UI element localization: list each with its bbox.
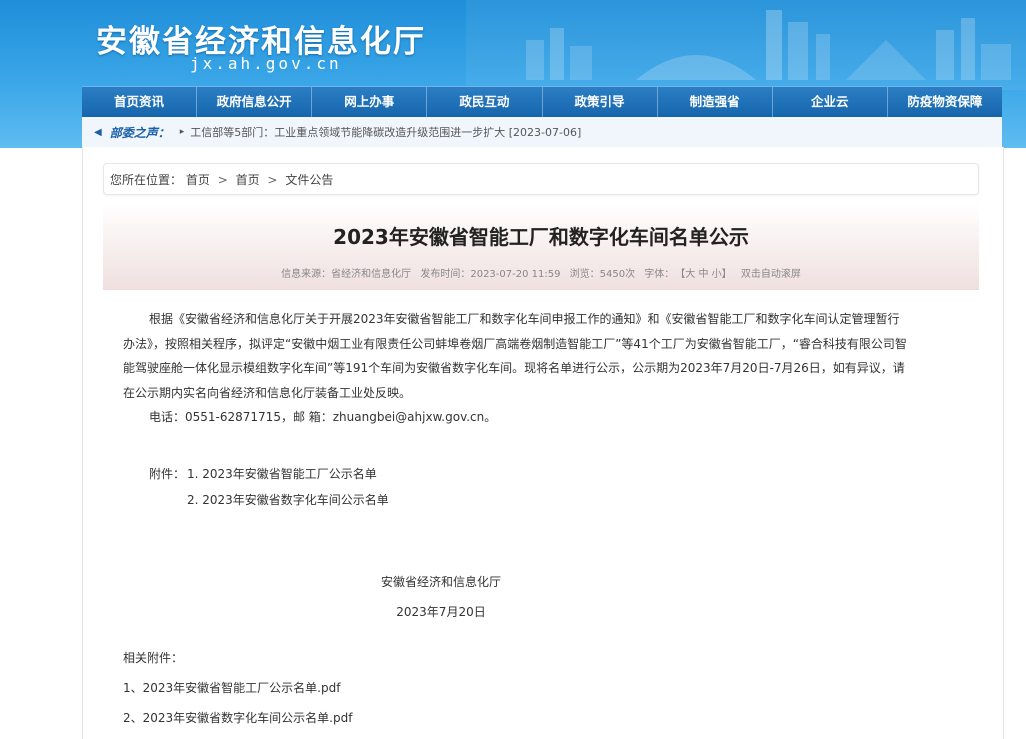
signature-org: 安徽省经济和信息化厅: [380, 575, 501, 589]
related-label: 相关附件：: [123, 651, 184, 665]
city-skyline-graphic: [466, 0, 1026, 90]
breadcrumb-separator: >: [217, 173, 228, 187]
paragraph-line: 在公示期内实名向省经济和信息化厅装备工业处反映。: [123, 385, 412, 400]
signature-date: 2023年7月20日: [396, 605, 486, 619]
breadcrumb-separator: >: [267, 173, 278, 187]
meta-font-label: 字体：: [644, 269, 675, 280]
article-header: 2023年安徽省智能工厂和数字化车间名单公示 信息来源：省经济和信息化厅 发布时…: [103, 203, 979, 290]
nav-item-home-news[interactable]: 首页资讯: [82, 87, 198, 117]
paragraph-line: 根据《安徽省经济和信息化厅关于开展2023年安徽省智能工厂和数字化车间申报工作的…: [149, 312, 900, 326]
breadcrumb: 您所在位置： 首页 > 首页 > 文件公告: [103, 163, 979, 195]
article-body: 根据《安徽省经济和信息化厅关于开展2023年安徽省智能工厂和数字化车间申报工作的…: [123, 307, 963, 430]
main-nav: 首页资讯 政府信息公开 网上办事 政民互动 政策引导 制造强省 企业云 防疫物资…: [82, 86, 1002, 117]
attachments-list: 附件： 1. 2023年安徽省智能工厂公示名单 2. 2023年安徽省数字化车间…: [149, 461, 389, 513]
attachment-item[interactable]: 1. 2023年安徽省智能工厂公示名单: [187, 461, 377, 487]
related-attachments: 相关附件： 1、2023年安徽省智能工厂公示名单.pdf 2、2023年安徽省数…: [123, 643, 352, 733]
related-file-link[interactable]: 2、2023年安徽省数字化车间公示名单.pdf: [123, 703, 352, 733]
article-title: 2023年安徽省智能工厂和数字化车间名单公示: [333, 225, 749, 249]
nav-item-policy[interactable]: 政策引导: [543, 87, 658, 117]
speaker-icon: ◀: [94, 126, 102, 138]
signature-block: 安徽省经济和信息化厅 2023年7月20日: [371, 567, 511, 627]
contact-info: 电话：0551-62871715，邮 箱：zhuangbei@ahjxw.gov…: [149, 410, 497, 424]
breadcrumb-file-notices[interactable]: 文件公告: [285, 173, 333, 187]
site-domain: jx.ah.gov.cn: [190, 54, 342, 73]
news-ticker: ◀ 部委之声： ▸ 工信部等5部门：工业重点领域节能降碳改造升级范围进一步扩大 …: [82, 117, 1002, 148]
attachments-label: 附件：: [149, 467, 186, 481]
nav-item-epidemic-supplies[interactable]: 防疫物资保障: [888, 87, 1002, 117]
breadcrumb-prefix: 您所在位置：: [110, 173, 183, 187]
article-meta: 信息来源：省经济和信息化厅 发布时间：2023-07-20 11:59 浏览：5…: [103, 265, 979, 280]
related-file-link[interactable]: 1、2023年安徽省智能工厂公示名单.pdf: [123, 673, 352, 703]
nav-item-gov-info[interactable]: 政府信息公开: [197, 87, 313, 117]
ticker-label: 部委之声：: [109, 125, 170, 140]
meta-source: 信息来源：省经济和信息化厅: [281, 269, 412, 280]
nav-item-online-services[interactable]: 网上办事: [312, 87, 428, 117]
breadcrumb-home-2[interactable]: 首页: [236, 173, 260, 187]
nav-item-enterprise-cloud[interactable]: 企业云: [773, 87, 888, 117]
paragraph-line: 能驾驶座舱一体化显示模组数字化车间”等191个车间为安徽省数字化车间。现将名单进…: [123, 361, 905, 375]
nav-item-manufacturing[interactable]: 制造强省: [658, 87, 773, 117]
attachment-item[interactable]: 2. 2023年安徽省数字化车间公示名单: [187, 487, 389, 513]
main-content: 您所在位置： 首页 > 首页 > 文件公告 2023年安徽省智能工厂和数字化车间…: [82, 147, 1004, 739]
paragraph-line: 办法》，按照相关程序，拟评定“安徽中烟工业有限责任公司蚌埠卷烟厂高端卷烟制造智能…: [123, 336, 907, 351]
meta-publish-time: 发布时间：2023-07-20 11:59: [420, 269, 561, 280]
nav-item-interaction[interactable]: 政民互动: [427, 87, 543, 117]
meta-views: 浏览：5450次: [569, 269, 636, 280]
autoscroll-toggle[interactable]: 双击自动滚屏: [741, 269, 801, 280]
ticker-link[interactable]: 工信部等5部门：工业重点领域节能降碳改造升级范围进一步扩大 [2023-07-0…: [190, 124, 581, 140]
article-paragraph: 根据《安徽省经济和信息化厅关于开展2023年安徽省智能工厂和数字化车间申报工作的…: [123, 307, 963, 405]
bullet-icon: ▸: [179, 127, 185, 137]
font-size-toggle[interactable]: 【大 中 小】: [680, 269, 731, 280]
breadcrumb-home-1[interactable]: 首页: [186, 173, 210, 187]
